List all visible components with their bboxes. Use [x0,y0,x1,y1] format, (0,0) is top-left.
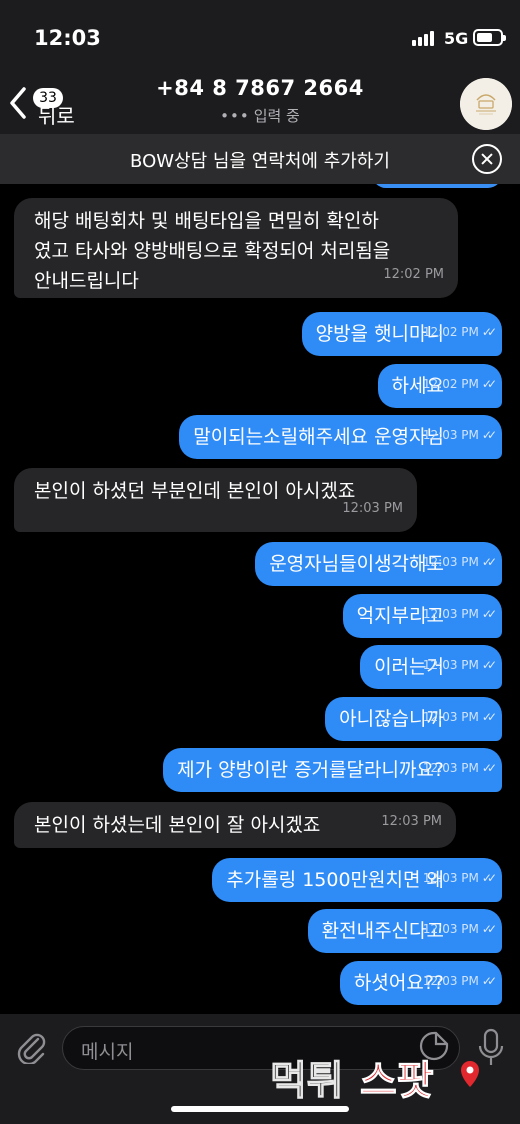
message-time: 12:02 PM [422,377,479,391]
message-time: 12:03 PM [381,814,442,829]
message-time: 12:03 PM [422,607,479,621]
message-time: 12:03 PM [422,922,479,936]
message-outgoing[interactable]: 환전내주신다고 12:03 PM ✓✓ [307,909,502,953]
message-text: 추가롤링 1500만원치면 왜 [226,869,444,891]
logo-icon [460,78,512,130]
add-contact-link[interactable]: BOW상담 님을 연락처에 추가하기 [0,147,520,173]
signal-icon [412,30,438,46]
read-check-icon: ✓✓ [481,922,497,936]
avatar[interactable] [460,78,512,130]
status-bar: 12:03 5G [0,0,520,70]
message-time: 12:03 PM [422,428,479,442]
message-time: 12:02 PM [383,267,444,282]
chat-header: 뒤로 33 +84 8 7867 2664 ••• 입력 중 [0,70,520,134]
watermark-logo: 먹튀 스팟 [269,1057,479,1105]
watermark-text-part2: 스팟 [360,1058,434,1104]
message-text: 해당 배팅회차 및 배팅타입을 면밀히 확인하 였고 타사와 양방배팅으로 확정… [34,210,391,292]
message-time: 12:03 PM [422,871,479,885]
contact-phone-number[interactable]: +84 8 7867 2664 [0,76,520,100]
message-outgoing[interactable]: 이러는거 12:03 PM ✓✓ [360,645,502,689]
message-time: 12:03 PM [342,501,403,516]
location-pin-icon [461,1061,479,1087]
paperclip-icon[interactable] [16,1030,46,1064]
typing-dots-icon: ••• [220,107,250,125]
message-input-placeholder: 메시지 [81,1041,134,1063]
message-outgoing[interactable]: 추가롤링 1500만원치면 왜 12:03 PM ✓✓ [212,858,502,902]
typing-status: ••• 입력 중 [0,105,520,126]
message-time: 12:03 PM [422,658,479,672]
read-check-icon: ✓✓ [481,710,497,724]
message-text: 본인이 하셨는데 본인이 잘 아시겠죠 [34,814,321,836]
message-time: 12:03 PM [422,974,479,988]
message-outgoing[interactable]: 말이되는소릴해주세요 운영자님 12:03 PM ✓✓ [179,415,502,459]
message-time: 12:03 PM [422,710,479,724]
read-check-icon: ✓✓ [481,428,497,442]
read-check-icon: ✓✓ [481,607,497,621]
message-outgoing[interactable]: 하세요 12:02 PM ✓✓ [377,364,502,408]
previous-message-bubble [372,184,502,188]
network-type: 5G [444,29,469,48]
home-indicator[interactable] [171,1106,349,1112]
message-incoming[interactable]: 해당 배팅회차 및 배팅타입을 면밀히 확인하 였고 타사와 양방배팅으로 확정… [14,198,458,298]
read-check-icon: ✓✓ [481,377,497,391]
message-incoming[interactable]: 본인이 하셨는데 본인이 잘 아시겠죠 12:03 PM [14,802,456,848]
message-outgoing[interactable]: 운영자님들이생각해도 12:03 PM ✓✓ [255,542,502,586]
message-outgoing[interactable]: 억지부리고 12:03 PM ✓✓ [342,594,502,638]
typing-status-label: 입력 중 [253,107,300,125]
message-time: 12:02 PM [422,325,479,339]
message-list[interactable]: 해당 배팅회차 및 배팅타입을 면밀히 확인하 였고 타사와 양방배팅으로 확정… [0,184,520,1014]
add-contact-bar: BOW상담 님을 연락처에 추가하기 [0,134,520,184]
battery-icon [473,29,506,46]
message-text: 제가 양방이란 증거를달라니까요? [177,759,444,781]
message-text: 말이되는소릴해주세요 운영자님 [193,426,444,448]
read-check-icon: ✓✓ [481,974,497,988]
read-check-icon: ✓✓ [481,871,497,885]
message-incoming[interactable]: 본인이 하셨던 부분인데 본인이 아시겠죠 12:03 PM [14,468,417,532]
read-check-icon: ✓✓ [481,658,497,672]
watermark-text-part1: 먹튀 [270,1058,344,1104]
message-text: 운영자님들이생각해도 [269,553,444,575]
read-check-icon: ✓✓ [481,761,497,775]
message-time: 12:03 PM [422,761,479,775]
message-outgoing[interactable]: 하셧어요?? 12:03 PM ✓✓ [339,961,502,1005]
status-time: 12:03 [34,26,101,50]
read-check-icon: ✓✓ [481,555,497,569]
message-outgoing[interactable]: 아니잖습니까 12:03 PM ✓✓ [325,697,502,741]
message-outgoing[interactable]: 양방을 햇니마니 12:02 PM ✓✓ [301,312,502,356]
read-check-icon: ✓✓ [481,325,497,339]
message-outgoing[interactable]: 제가 양방이란 증거를달라니까요? 12:03 PM ✓✓ [163,748,502,792]
message-input-bar: 메시지 먹튀 스팟 [0,1014,520,1124]
message-time: 12:03 PM [422,555,479,569]
close-icon[interactable] [472,144,502,174]
